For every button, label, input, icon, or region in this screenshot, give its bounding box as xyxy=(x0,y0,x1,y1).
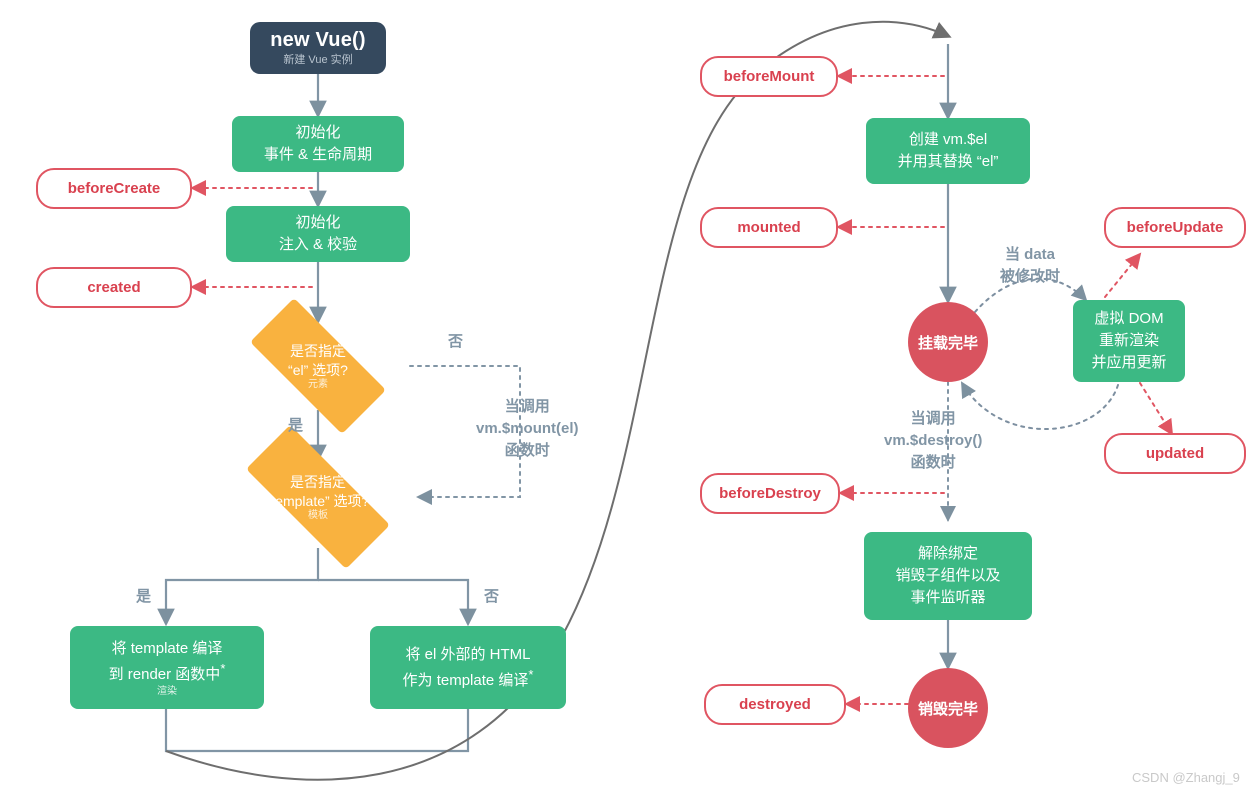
create-el-line2: 并用其替换 “el” xyxy=(897,153,999,170)
hook-beforeMount-label: beforeMount xyxy=(723,68,815,85)
init-inject-line2: 注入 & 校验 xyxy=(278,236,358,253)
hook-updated-label: updated xyxy=(1145,445,1205,462)
has-template-subtitle: 模板 xyxy=(307,510,328,522)
label-destroy-call-line2: vm.$destroy() xyxy=(884,431,983,449)
label-template-yes: 是 xyxy=(136,588,152,605)
teardown-line2: 销毁子组件以及 xyxy=(895,567,1001,585)
label-destroy-call: 当调用 vm.$destroy() 函数时 xyxy=(884,408,982,473)
node-virtual-dom[interactable]: 虚拟 DOM 重新渲染 并应用更新 xyxy=(1073,300,1185,382)
node-decision-has-el[interactable]: 是否指定 “el” 选项? 元素 xyxy=(226,298,410,434)
watermark: CSDN @Zhangj_9 xyxy=(1132,770,1240,785)
compile-outer-html-line2: 作为 template 编译 xyxy=(402,671,529,689)
node-init-events[interactable]: 初始化 事件 & 生命周期 xyxy=(232,116,404,172)
node-mounted-circle[interactable]: 挂载完毕 xyxy=(908,302,988,382)
label-mount-call-line1: 当调用 xyxy=(504,398,550,415)
virtual-dom-line2: 重新渲染 xyxy=(1098,332,1159,350)
virtual-dom-line1: 虚拟 DOM xyxy=(1094,310,1164,328)
teardown-line3: 事件监听器 xyxy=(910,588,986,606)
new-vue-subtitle: 新建 Vue 实例 xyxy=(283,54,353,67)
hook-destroyed[interactable]: destroyed xyxy=(704,684,846,725)
compile-template-subtitle: 渲染 xyxy=(157,686,177,698)
label-mount-call-line3: 函数时 xyxy=(504,441,550,459)
label-destroy-call-line1: 当调用 xyxy=(910,410,956,427)
virtual-dom-line3: 并应用更新 xyxy=(1091,353,1167,371)
compile-template-line2-wrap: 到 render 函数中* xyxy=(109,660,226,686)
mounted-circle-label: 挂载完毕 xyxy=(917,334,978,352)
node-destroyed-circle[interactable]: 销毁完毕 xyxy=(908,668,988,748)
hook-beforeMount[interactable]: beforeMount xyxy=(700,56,838,97)
init-events-line1: 初始化 xyxy=(295,124,341,142)
hook-created[interactable]: created xyxy=(36,267,192,308)
node-teardown[interactable]: 解除绑定 销毁子组件以及 事件监听器 xyxy=(864,532,1032,620)
init-events-line2: 事件 & 生命周期 xyxy=(263,146,373,163)
init-inject-line1: 初始化 xyxy=(295,214,341,232)
label-data-changed: 当 data 被修改时 xyxy=(1000,244,1060,288)
hook-destroyed-label: destroyed xyxy=(739,696,811,713)
compile-outer-html-line1: 将 el 外部的 HTML xyxy=(405,645,531,663)
hook-beforeUpdate[interactable]: beforeUpdate xyxy=(1104,207,1246,248)
label-mount-call-line2: vm.$mount(el) xyxy=(476,419,579,437)
wire-hook-updated xyxy=(1139,382,1174,436)
hook-mounted-label: mounted xyxy=(737,219,801,236)
compile-template-line2: 到 render 函数中 xyxy=(108,665,221,683)
hook-mounted[interactable]: mounted xyxy=(700,207,838,248)
hook-beforeCreate-label: beforeCreate xyxy=(67,180,161,197)
has-template-text: 是否指定 “template” 选项? 模板 xyxy=(267,473,370,522)
hook-created-label: created xyxy=(87,279,141,296)
label-data-changed-line2: 被修改时 xyxy=(1000,267,1061,285)
has-template-line1: 是否指定 xyxy=(289,473,346,490)
hook-beforeCreate[interactable]: beforeCreate xyxy=(36,168,192,209)
has-el-line2: “el” 选项? xyxy=(288,361,348,378)
node-new-vue[interactable]: new Vue() 新建 Vue 实例 xyxy=(250,22,386,74)
has-el-text: 是否指定 “el” 选项? 元素 xyxy=(288,342,348,391)
hook-beforeDestroy[interactable]: beforeDestroy xyxy=(700,473,840,514)
label-el-no: 否 xyxy=(448,333,464,350)
node-compile-template[interactable]: 将 template 编译 到 render 函数中* 渲染 xyxy=(70,626,264,709)
wire-template-yes-to-compile-template xyxy=(157,548,320,627)
label-template-no: 否 xyxy=(484,588,500,605)
hook-beforeDestroy-label: beforeDestroy xyxy=(719,485,821,502)
teardown-line1: 解除绑定 xyxy=(917,545,978,563)
destroyed-circle-label: 销毁完毕 xyxy=(917,700,978,718)
label-mount-call: 当调用 vm.$mount(el) 函数时 xyxy=(476,396,579,461)
label-el-yes: 是 xyxy=(288,417,304,434)
compile-template-line1: 将 template 编译 xyxy=(111,639,223,657)
wire-template-no-to-compile-outer-html xyxy=(318,578,477,627)
hook-updated[interactable]: updated xyxy=(1104,433,1246,474)
compile-outer-html-line2-wrap: 作为 template 编译* xyxy=(403,666,534,692)
has-el-subtitle: 元素 xyxy=(308,379,328,391)
compile-outer-html-star: * xyxy=(528,666,534,682)
label-data-changed-line1: 当 data xyxy=(1005,246,1056,263)
hook-beforeUpdate-label: beforeUpdate xyxy=(1126,219,1224,236)
wire-rerender-return-arc xyxy=(960,381,1119,430)
vue-lifecycle-diagram: new Vue() 新建 Vue 实例 初始化 事件 & 生命周期 初始化 注入… xyxy=(0,0,1257,799)
create-el-line1: 创建 vm.$el xyxy=(908,131,988,149)
node-decision-has-template[interactable]: 是否指定 “template” 选项? 模板 xyxy=(218,425,418,569)
wire-merge-bar xyxy=(164,709,470,753)
has-template-line2: “template” 选项? xyxy=(266,492,370,509)
node-init-inject[interactable]: 初始化 注入 & 校验 xyxy=(226,206,410,262)
compile-template-star: * xyxy=(220,660,226,676)
wire-hook-beforeUpdate xyxy=(1104,252,1142,298)
label-destroy-call-line3: 函数时 xyxy=(910,453,956,471)
node-create-el[interactable]: 创建 vm.$el 并用其替换 “el” xyxy=(866,118,1030,184)
has-el-line1: 是否指定 xyxy=(290,342,346,359)
node-compile-outer-html[interactable]: 将 el 外部的 HTML 作为 template 编译* xyxy=(370,626,566,709)
new-vue-title: new Vue() xyxy=(270,29,366,52)
